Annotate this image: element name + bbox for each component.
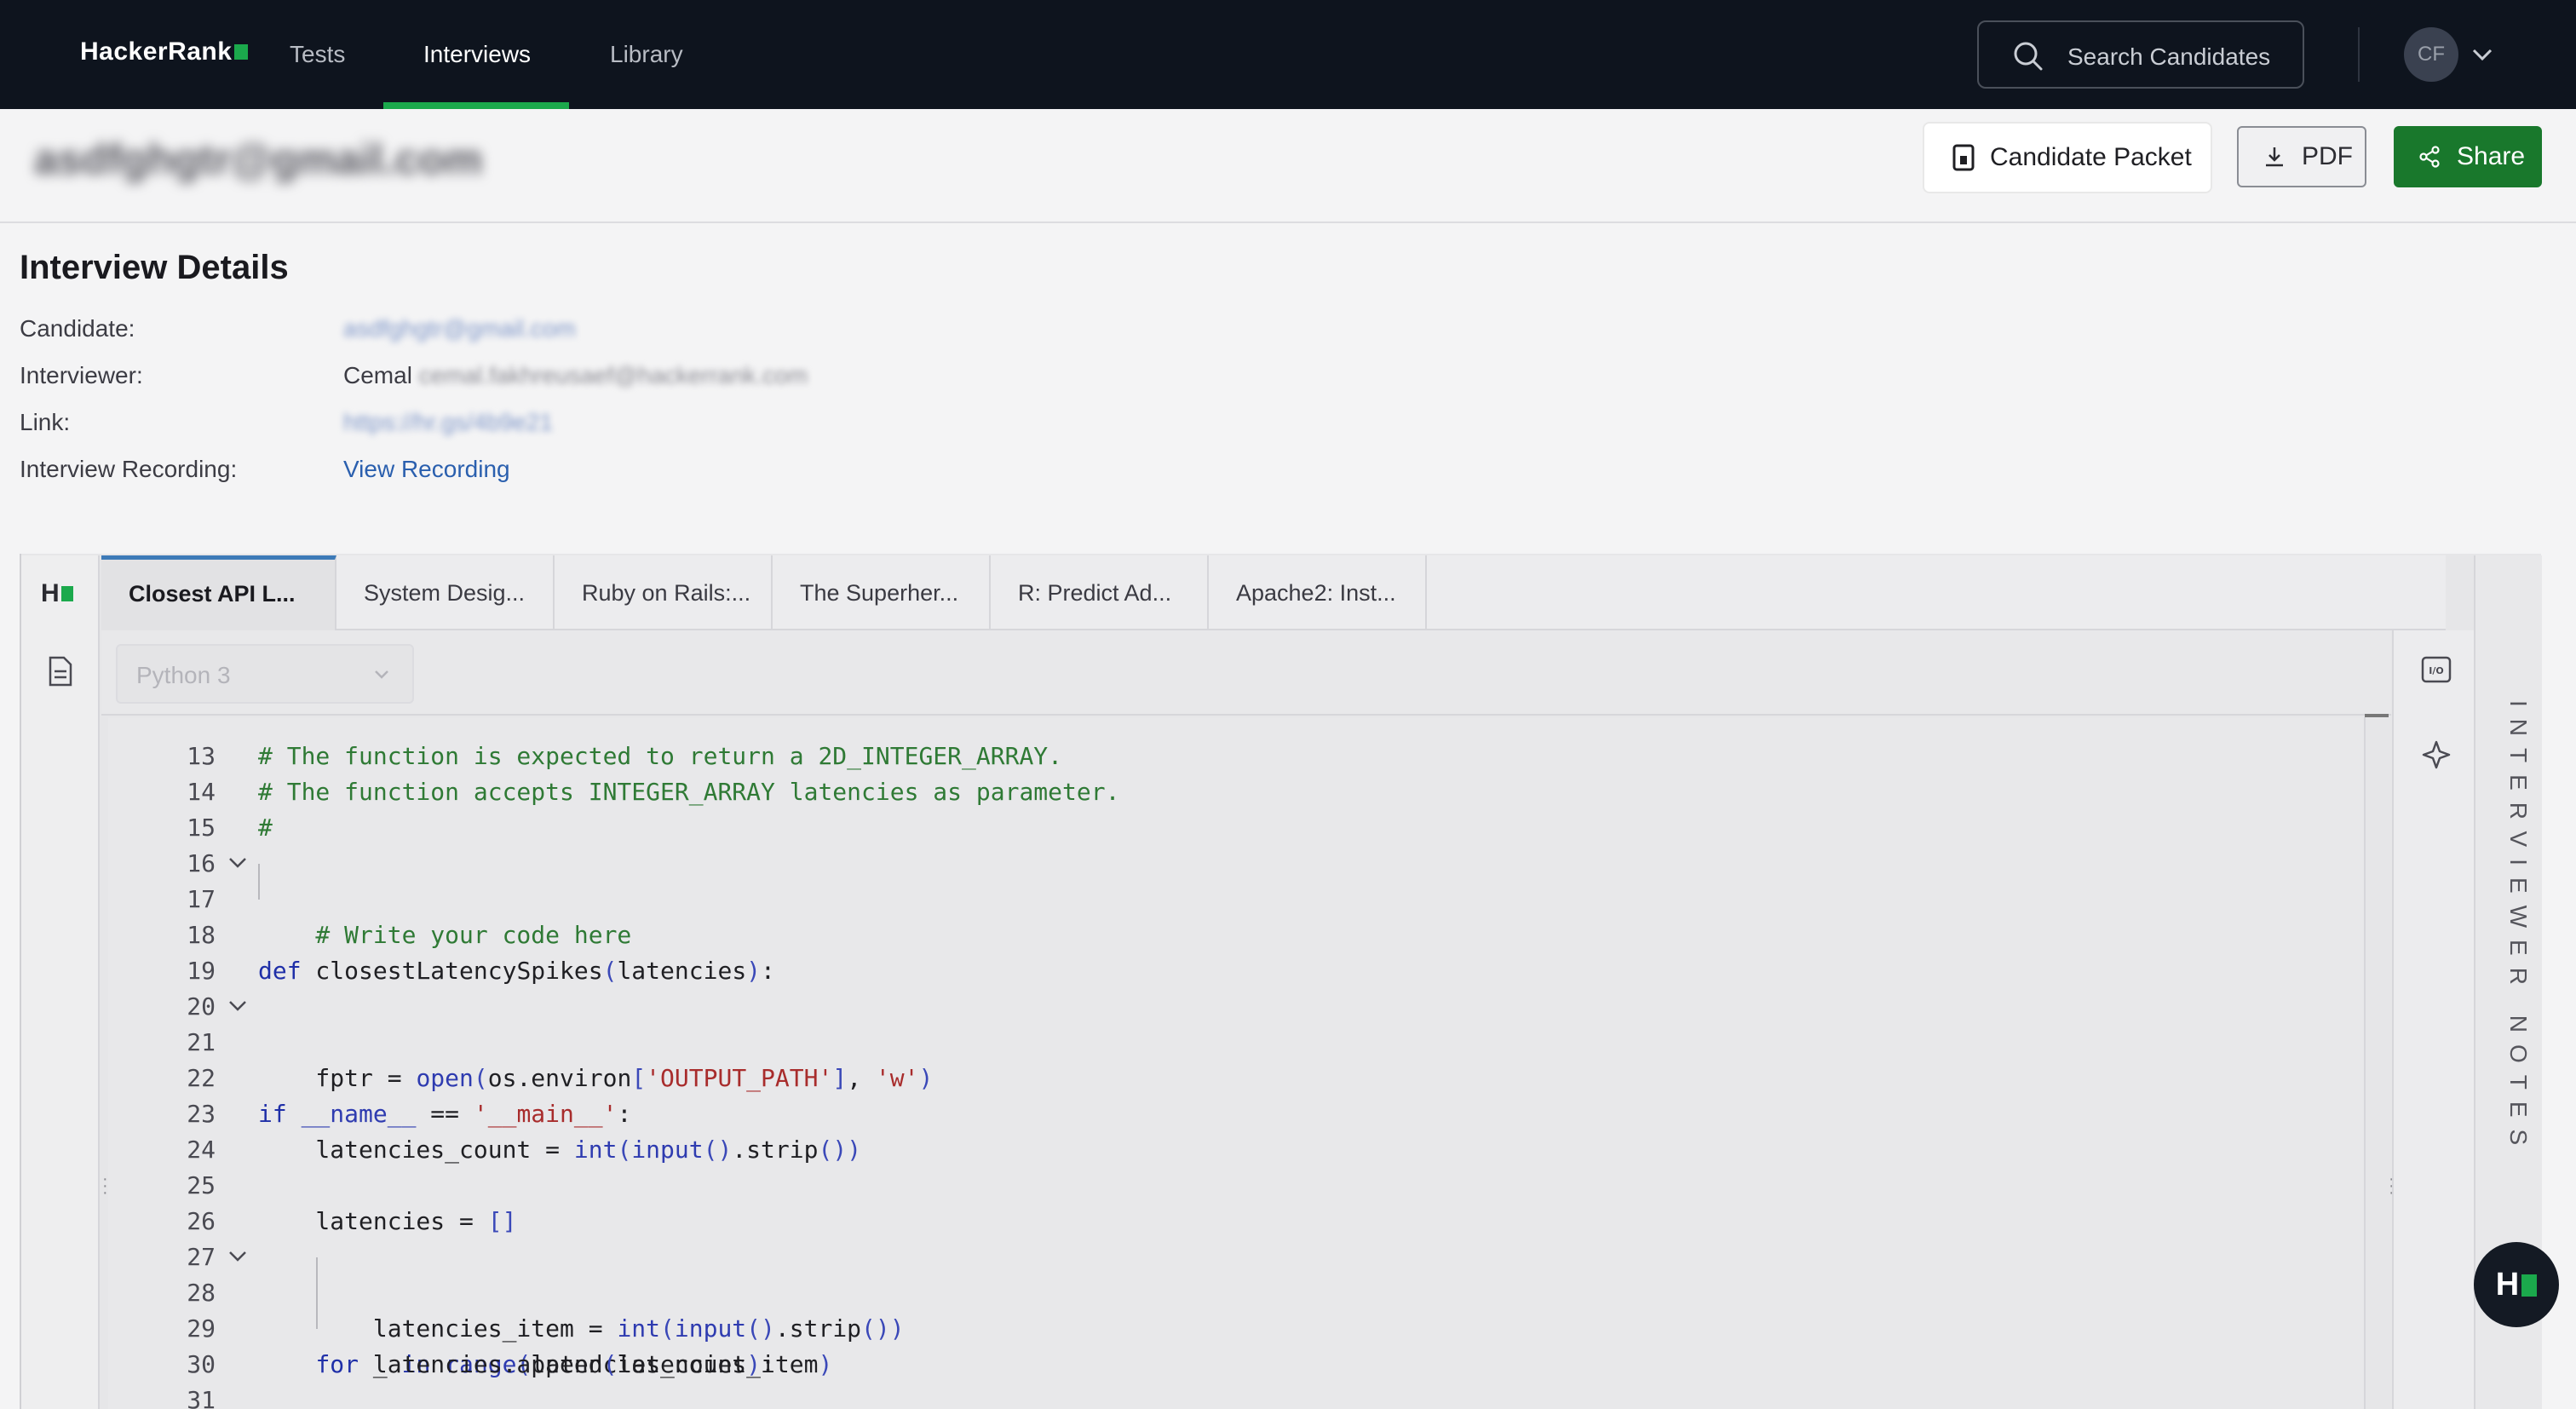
interviewer-value: Cemal cemal.fakhreusaef@hackerrank.com (343, 362, 808, 389)
interviewer-email: cemal.fakhreusaef@hackerrank.com (418, 362, 808, 388)
candidate-label: Candidate: (20, 315, 135, 342)
code-line: 14 # The function accepts INTEGER_ARRAY l… (187, 778, 1120, 806)
code-line: 15 # (187, 814, 273, 842)
code-line: 26 latencies = [] (187, 1207, 517, 1235)
logo-square-icon (234, 44, 249, 60)
link-label: Link: (20, 409, 71, 435)
code-line: 16 (187, 849, 216, 877)
code-line: 28 for _ in range(latencies_count): (108, 1239, 2364, 1378)
share-icon (2419, 146, 2440, 168)
editor-toolbar (101, 630, 2391, 716)
candidate-email-link[interactable]: asdfghgtr@gmail.com (343, 315, 576, 342)
chevron-down-icon[interactable] (2470, 43, 2494, 66)
code-line: 24 latencies_count = int(input().strip()… (187, 1136, 862, 1164)
nav-tab-tests[interactable]: Tests (290, 41, 345, 68)
code-line: 19 (187, 957, 216, 985)
code-line: 20 (187, 992, 216, 1021)
fold-chevron-icon[interactable] (227, 856, 248, 870)
recording-label: Interview Recording: (20, 456, 238, 482)
pdf-label: PDF (2302, 142, 2353, 170)
search-icon (2014, 42, 2043, 71)
fold-chevron-icon[interactable] (227, 999, 248, 1013)
language-select[interactable]: Python 3 (116, 644, 414, 704)
fold-chevron-icon[interactable] (227, 1250, 248, 1263)
editor-scrollbar[interactable] (2364, 717, 2391, 1409)
scrollbar-thumb[interactable] (2365, 714, 2389, 717)
code-line: 17 def closestLatencySpikes(latencies): (108, 846, 2364, 985)
svg-text:I/O: I/O (2429, 665, 2443, 676)
fab-square-icon (2521, 1274, 2538, 1297)
interviewer-name: Cemal (343, 362, 412, 388)
code-line: 18 # Write your code here (187, 921, 632, 949)
code-area[interactable]: 13 # The function is expected to return a… (108, 717, 2364, 1409)
candidate-packet-label: Candidate Packet (1990, 143, 2192, 171)
code-line: 29 latencies_item = int(input().strip()) (187, 1314, 905, 1343)
problem-statement-icon[interactable] (47, 656, 74, 687)
interviewer-label: Interviewer: (20, 362, 143, 388)
share-button[interactable]: Share (2394, 126, 2542, 187)
language-value: Python 3 (136, 662, 231, 688)
tab-question-3[interactable]: Ruby on Rails:... (555, 555, 773, 630)
nav-tab-library[interactable]: Library (610, 41, 683, 68)
interview-details-title: Interview Details (20, 249, 289, 286)
code-line: 21 if __name__ == '__main__': (108, 989, 2364, 1128)
left-resize-handle[interactable]: · · · (102, 1170, 108, 1201)
tab-question-1[interactable]: Closest API L... (101, 555, 336, 630)
nav-tab-interviews[interactable]: Interviews (423, 41, 531, 68)
tab-question-4[interactable]: The Superher... (773, 555, 991, 630)
code-line: 31 (187, 1386, 216, 1409)
user-avatar[interactable]: CF (2404, 27, 2458, 82)
ai-sparkle-icon[interactable] (2421, 739, 2452, 770)
interviewer-notes-label: INTERVIEWER NOTES (2505, 700, 2532, 1158)
code-line: 22 fptr = open(os.environ['OUTPUT_PATH']… (187, 1064, 934, 1092)
search-placeholder: Search Candidates (2067, 43, 2271, 70)
hackerrank-assistant-button[interactable]: H (2474, 1242, 2559, 1327)
indent-guide (316, 1257, 318, 1329)
tab-question-6[interactable]: Apache2: Inst... (1209, 555, 1427, 630)
share-label: Share (2457, 142, 2526, 170)
rail-logo-square-icon (60, 586, 73, 601)
candidate-email-title: asdfghgtr@gmail.com (34, 135, 483, 183)
code-line: 13 # The function is expected to return a… (187, 742, 1063, 770)
indent-guide (258, 864, 260, 900)
tab-question-5[interactable]: R: Predict Ad... (991, 555, 1209, 630)
pdf-button[interactable]: PDF (2237, 126, 2366, 187)
document-icon (1952, 144, 1975, 171)
code-line: 27 (187, 1243, 216, 1271)
tab-question-2[interactable]: System Desig... (336, 555, 555, 630)
chevron-down-icon (375, 670, 388, 679)
code-line: 23 (187, 1100, 216, 1128)
search-candidates-input[interactable]: Search Candidates (1977, 20, 2304, 89)
interview-link[interactable]: https://hr.gs/4b9e21 (343, 409, 553, 436)
hackerrank-logo[interactable]: HackerRank (80, 37, 249, 66)
candidate-packet-button[interactable]: Candidate Packet (1924, 124, 2211, 192)
nav-divider (2358, 27, 2360, 82)
rail-hackerrank-logo: H (41, 579, 73, 608)
code-line: 30 latencies.append(latencies_item) (187, 1350, 833, 1378)
download-icon (2266, 147, 2283, 167)
active-tab-indicator (383, 102, 569, 109)
code-line: 32 result = closestLatencySpikes(latenci… (108, 1383, 2364, 1409)
view-recording-link[interactable]: View Recording (343, 456, 510, 483)
code-line: 25 (187, 1171, 216, 1199)
top-navbar: HackerRank Tests Interviews Library Sear… (0, 0, 2576, 109)
io-icon[interactable]: I/O (2421, 656, 2452, 683)
